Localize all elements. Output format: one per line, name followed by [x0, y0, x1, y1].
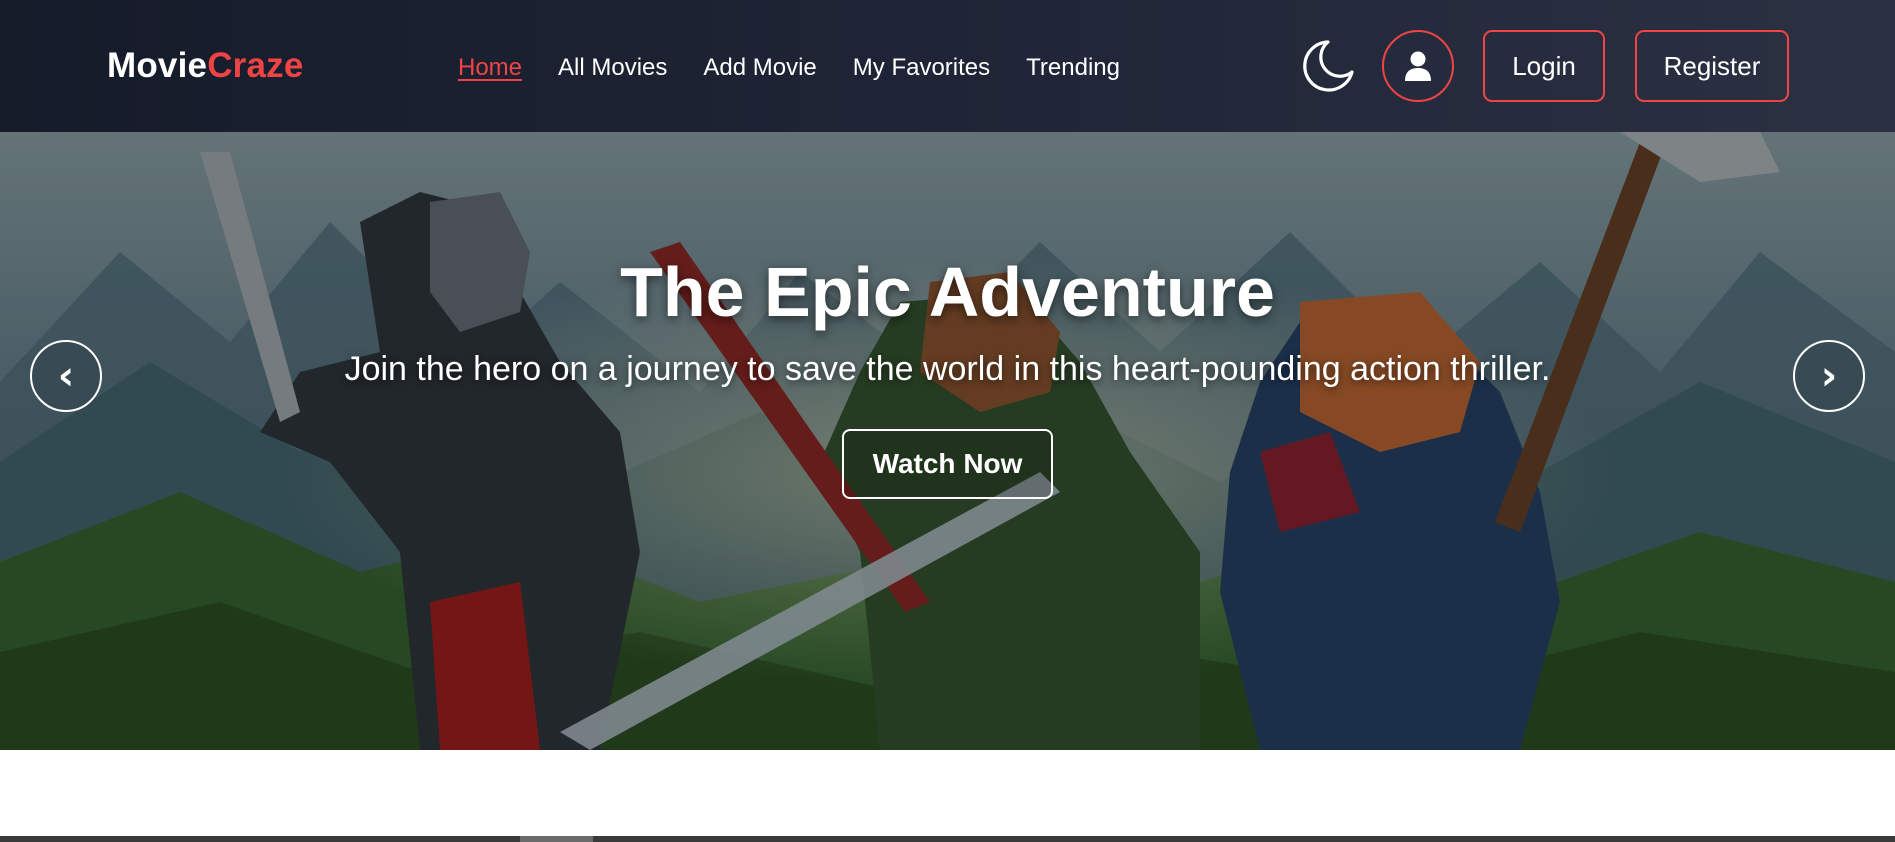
nav-link-add-movie[interactable]: Add Movie: [703, 54, 816, 82]
main-nav: Home All Movies Add Movie My Favorites T…: [458, 52, 1120, 84]
nav-link-my-favorites[interactable]: My Favorites: [853, 54, 990, 82]
nav-link-trending[interactable]: Trending: [1026, 54, 1120, 82]
chevron-right-icon: ›: [1820, 353, 1838, 399]
register-button[interactable]: Register: [1635, 30, 1789, 102]
user-icon: [1405, 51, 1431, 81]
nav-link-home[interactable]: Home: [458, 54, 522, 82]
carousel-next-button[interactable]: ›: [1793, 340, 1865, 412]
navbar: MovieCraze Home All Movies Add Movie My …: [0, 0, 1895, 132]
login-button[interactable]: Login: [1483, 30, 1605, 102]
carousel-prev-button[interactable]: ‹: [30, 340, 102, 412]
brand-text-movie: Movie: [107, 46, 208, 85]
hero-subtitle: Join the hero on a journey to save the w…: [344, 350, 1551, 388]
watch-now-button[interactable]: Watch Now: [842, 429, 1053, 499]
chevron-left-icon: ‹: [57, 353, 75, 399]
brand-text-craze: Craze: [207, 46, 304, 85]
brand-logo[interactable]: MovieCraze: [107, 46, 304, 86]
theme-toggle-button[interactable]: [1300, 38, 1356, 94]
next-section-edge-segment: [520, 836, 593, 842]
moon-icon: [1303, 40, 1354, 92]
user-profile-button[interactable]: [1382, 30, 1454, 102]
hero-carousel: The Epic Adventure Join the hero on a jo…: [0, 132, 1895, 750]
next-section-edge: [0, 836, 1895, 842]
hero-title: The Epic Adventure: [620, 253, 1275, 331]
nav-link-all-movies[interactable]: All Movies: [558, 54, 667, 82]
